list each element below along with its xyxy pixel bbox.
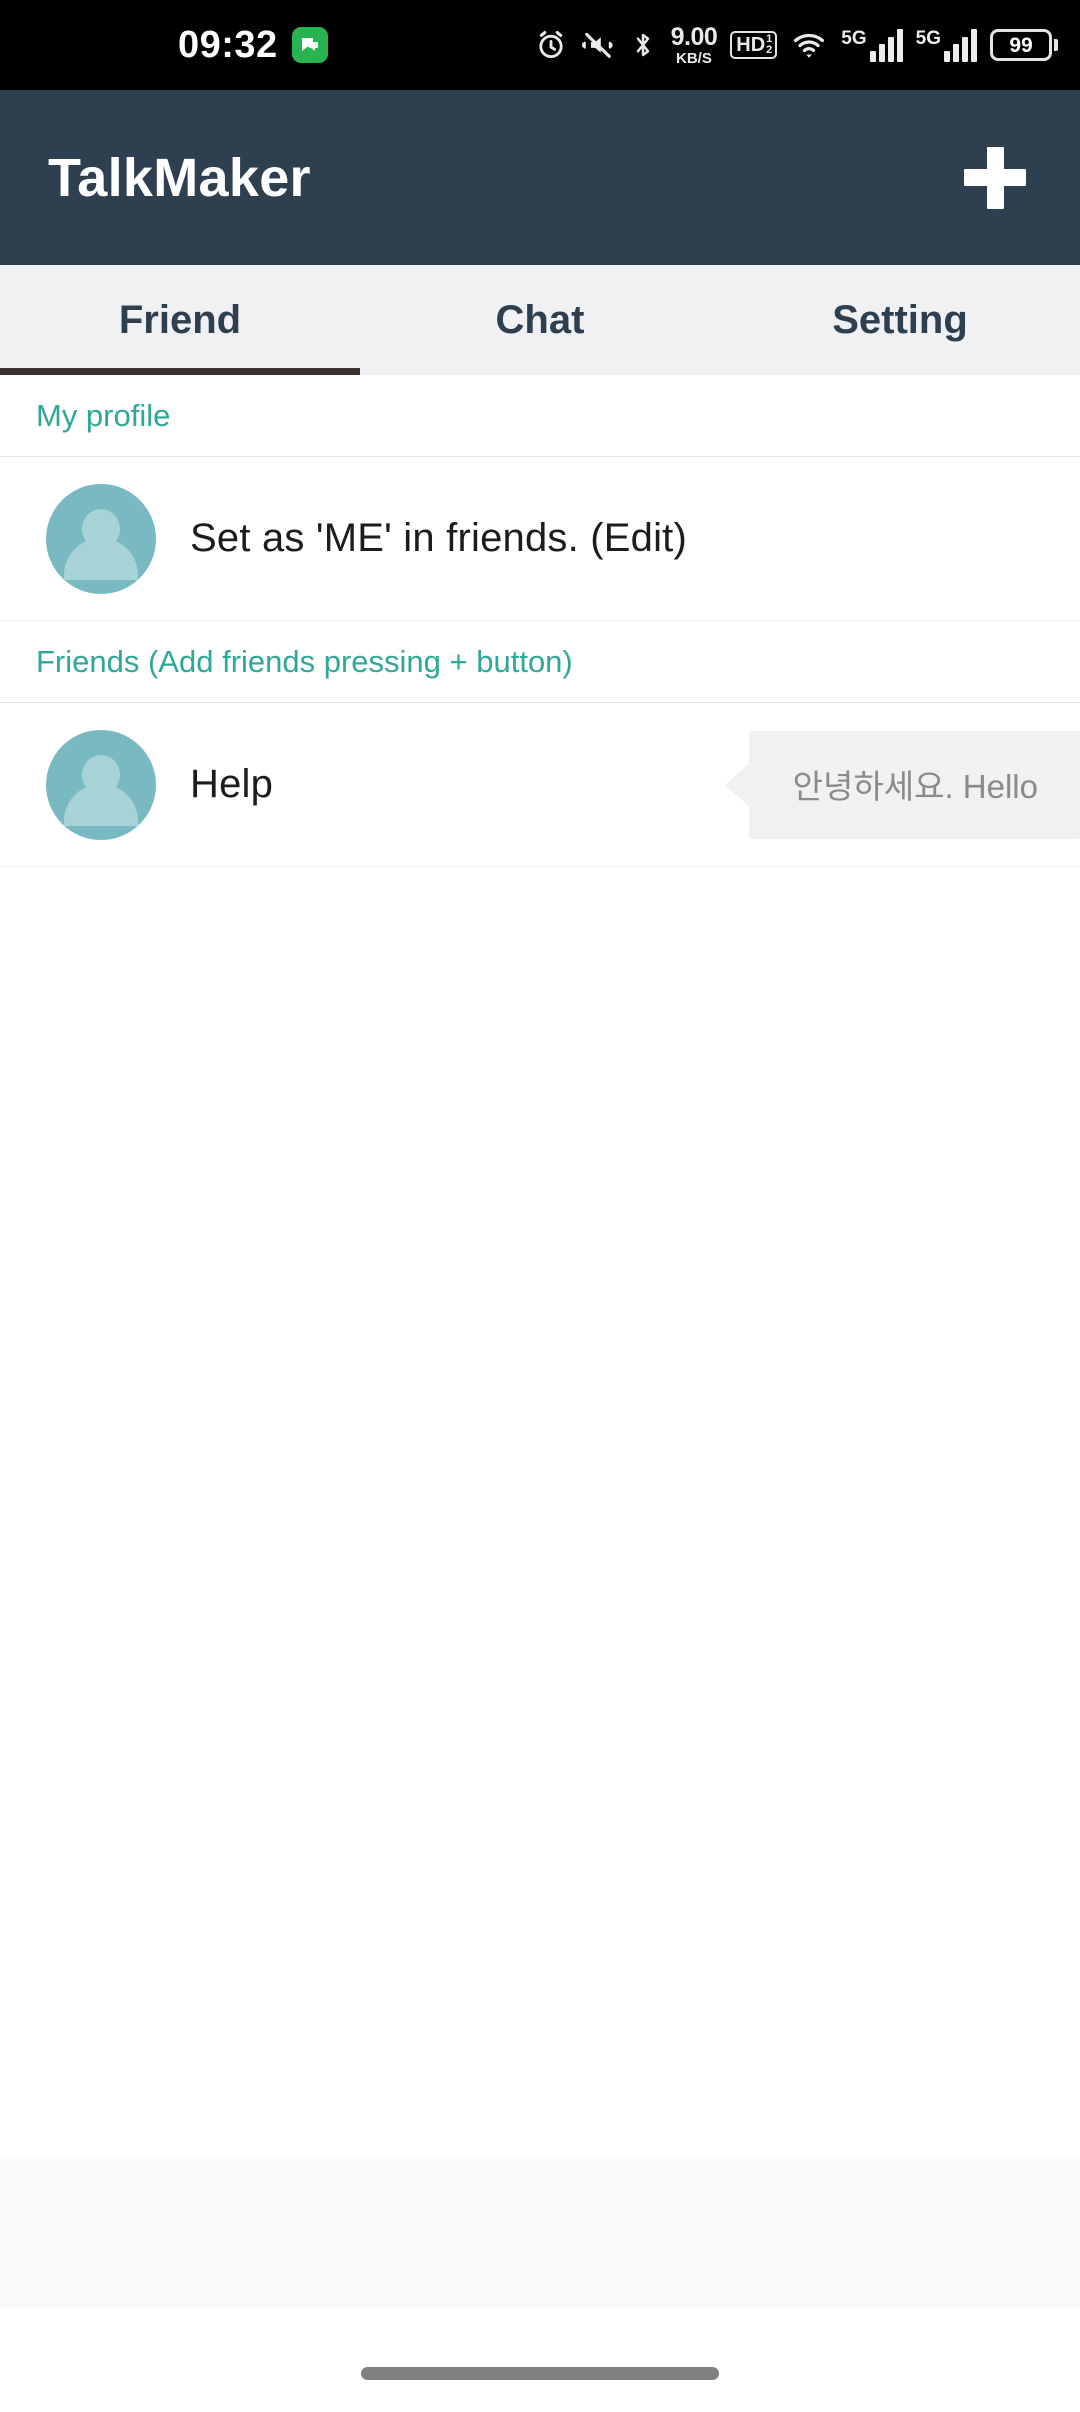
section-header-friends: Friends (Add friends pressing + button)	[0, 621, 1080, 703]
status-message-bubble: 안녕하세요. Hello	[748, 730, 1080, 839]
tab-active-indicator	[0, 368, 360, 375]
network-speed-unit: KB/S	[676, 49, 712, 67]
bluetooth-icon	[628, 28, 658, 62]
phone-screen: 09:32 9.00 KB/S HD 1 2 5G 5G 99 TalkMake…	[0, 0, 1080, 2412]
section-header-my-profile: My profile	[0, 375, 1080, 457]
list-item-label: Help	[190, 762, 274, 806]
status-bar-right: 9.00 KB/S HD 1 2 5G 5G 99	[534, 0, 1058, 90]
hd-voice-icon: HD 1 2	[730, 31, 778, 59]
app-bar: TalkMaker	[0, 90, 1080, 265]
tab-chat[interactable]: Chat	[360, 265, 720, 375]
alarm-icon	[534, 28, 568, 62]
tab-setting[interactable]: Setting	[720, 265, 1080, 375]
home-indicator-bar[interactable]	[361, 2367, 719, 2380]
add-friend-button[interactable]	[958, 141, 1032, 215]
status-bar-left: 09:32	[178, 0, 328, 90]
system-navigation-bar	[0, 2308, 1080, 2412]
status-bar: 09:32 9.00 KB/S HD 1 2 5G 5G 99	[0, 0, 1080, 90]
mute-icon	[581, 28, 615, 62]
network-speed-indicator: 9.00 KB/S	[670, 22, 718, 67]
avatar	[46, 483, 156, 594]
sim2-network-label: 5G	[915, 27, 941, 49]
tab-friend[interactable]: Friend	[0, 265, 360, 375]
wifi-icon	[790, 28, 828, 62]
list-item-label: Set as 'ME' in friends. (Edit)	[190, 516, 687, 560]
tab-bar: Friend Chat Setting	[0, 265, 1080, 375]
sim2-signal-bars	[944, 28, 977, 62]
network-speed-value: 9.00	[670, 22, 718, 51]
sim1-network-label: 5G	[841, 27, 867, 49]
battery-percent: 99	[1009, 33, 1033, 57]
message-icon	[291, 27, 328, 63]
bottom-banner-area	[0, 2159, 1080, 2308]
page-title: TalkMaker	[48, 147, 311, 208]
avatar	[46, 729, 156, 840]
status-bar-clock: 09:32	[178, 24, 278, 66]
signal-sim1: 5G	[841, 27, 903, 62]
sim1-signal-bars	[869, 28, 903, 62]
hd-sim-bottom: 2	[766, 44, 773, 56]
battery-icon: 99	[990, 29, 1058, 61]
signal-sim2: 5G	[915, 27, 977, 62]
hd-label: HD	[736, 34, 766, 56]
empty-list-area	[0, 867, 1080, 2159]
friend-list: My profile Set as 'ME' in friends. (Edit…	[0, 375, 1080, 867]
list-item-my-profile[interactable]: Set as 'ME' in friends. (Edit)	[0, 457, 1080, 621]
list-item-friend-help[interactable]: Help 안녕하세요. Hello	[0, 703, 1080, 867]
